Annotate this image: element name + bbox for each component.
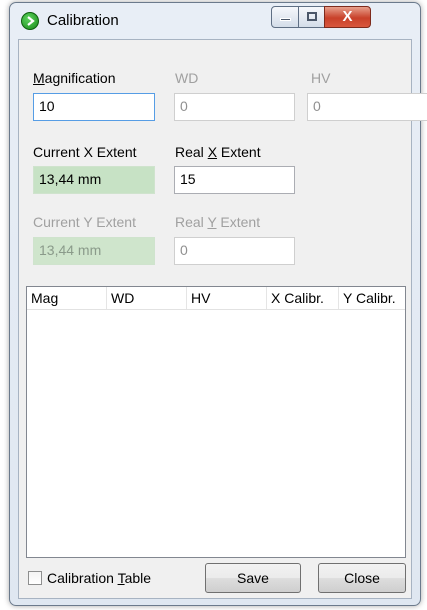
close-icon: X — [342, 8, 353, 25]
app-arrow-icon — [21, 12, 39, 30]
hv-input: 0 — [307, 93, 427, 121]
real-x-extent-input[interactable]: 15 — [174, 166, 295, 194]
calibration-table[interactable]: Mag WD HV X Calibr. Y Calibr. — [26, 286, 406, 558]
title-bar[interactable]: Calibration X — [10, 3, 420, 39]
current-y-extent-label: Current Y Extent — [33, 214, 136, 230]
column-divider — [338, 287, 339, 309]
hv-label: HV — [311, 70, 331, 86]
column-header-x-calibr[interactable]: X Calibr. — [271, 290, 324, 306]
real-y-extent-input: 0 — [174, 237, 295, 265]
window-title: Calibration — [47, 12, 119, 29]
column-header-hv[interactable]: HV — [191, 290, 210, 306]
table-header: Mag WD HV X Calibr. Y Calibr. — [27, 287, 405, 310]
column-divider — [106, 287, 107, 309]
wd-label: WD — [175, 70, 199, 86]
wd-input: 0 — [174, 93, 295, 121]
close-window-button[interactable]: X — [324, 6, 371, 28]
current-y-extent-value: 13,44 mm — [33, 237, 155, 265]
magnification-label: Magnification — [33, 70, 116, 86]
column-header-y-calibr[interactable]: Y Calibr. — [343, 290, 396, 306]
column-header-mag[interactable]: Mag — [31, 290, 58, 306]
column-divider — [266, 287, 267, 309]
real-y-extent-label: Real Y Extent — [175, 214, 261, 230]
calibration-table-checkbox[interactable] — [28, 571, 42, 585]
column-divider — [186, 287, 187, 309]
current-x-extent-label: Current X Extent — [33, 144, 137, 160]
magnification-input[interactable]: 10 — [33, 93, 155, 121]
close-button[interactable]: Close — [318, 563, 406, 593]
dialog-body: Magnification WD HV 10 0 0 Current X Ext… — [18, 39, 427, 599]
calibration-window: Calibration X Magnification WD HV 10 0 0… — [9, 2, 427, 606]
column-header-wd[interactable]: WD — [111, 290, 134, 306]
real-x-extent-label: Real X Extent — [175, 144, 261, 160]
maximize-button[interactable] — [298, 6, 325, 28]
calibration-table-checkbox-label[interactable]: Calibration Table — [47, 570, 151, 586]
minimize-button[interactable] — [271, 6, 299, 28]
current-x-extent-value: 13,44 mm — [33, 166, 155, 194]
save-button[interactable]: Save — [205, 563, 301, 593]
